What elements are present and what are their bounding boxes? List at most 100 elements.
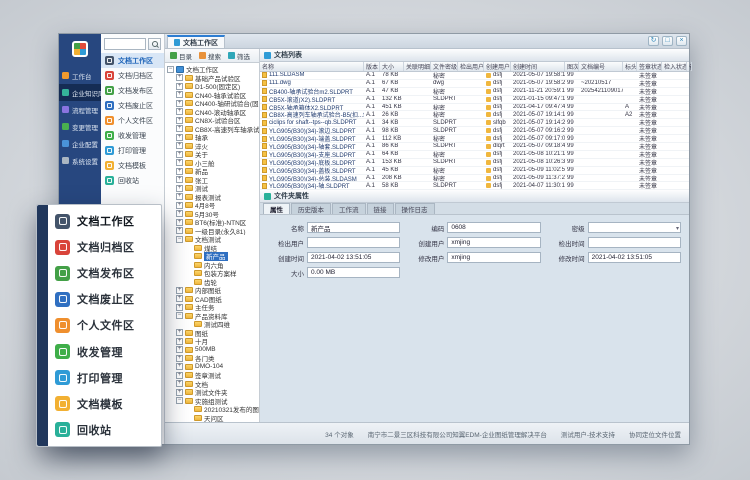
rail-item-knowledge[interactable]: 企业知识库 <box>59 84 101 101</box>
tree-node[interactable]: 包装方案样 <box>165 269 259 278</box>
expander-icon[interactable]: − <box>176 397 183 404</box>
tree-node[interactable]: +500MB <box>165 346 259 355</box>
overlay-item-doc-workspace[interactable]: 文档工作区 <box>48 213 161 229</box>
tree-node[interactable]: +CN400-轴研试验台(固定) <box>165 99 259 108</box>
field-input-修改用户[interactable]: xmjing <box>447 252 540 263</box>
tree-node[interactable]: +主任务 <box>165 303 259 312</box>
file-row[interactable]: YLG905(B30)(34)-端盖.SLDPRTA.1112 KB秘密dsfj… <box>260 135 689 143</box>
file-row[interactable]: CB5X-轴承箱体X2.SLDPRTA.1451 KB秘密dsfj2021-04… <box>260 104 689 112</box>
column-header[interactable]: 大小 <box>380 62 404 71</box>
tree-node[interactable]: +文档 <box>165 380 259 389</box>
column-header[interactable]: 检出用户 <box>458 62 484 71</box>
tree-node[interactable]: 煤结 <box>165 244 259 253</box>
nav-item-print[interactable]: 打印管理 <box>101 143 164 158</box>
file-row[interactable]: 111.dwgA.167 KBdwgdsfj2021-05-07 19:58:2… <box>260 80 689 88</box>
expander-icon[interactable]: + <box>176 100 183 107</box>
file-row[interactable]: CB8X-高速列车轴承试验台-B5(扣...SLDAA.126 KB秘密dsfj… <box>260 111 689 119</box>
tree-node[interactable]: +测试文件夹 <box>165 388 259 397</box>
field-input-大小[interactable]: 0.00 MB <box>307 267 400 278</box>
nav-search-input[interactable] <box>104 38 146 50</box>
expander-icon[interactable]: + <box>176 389 183 396</box>
search-icon[interactable] <box>148 38 161 50</box>
overlay-item-archive[interactable]: 文档归档区 <box>48 239 161 255</box>
overlay-item-personal-files[interactable]: 个人文件区 <box>48 317 161 333</box>
field-input-密级[interactable] <box>588 222 681 233</box>
tree-node[interactable]: +CB8X-高速列车轴承试验台 <box>165 125 259 134</box>
expander-icon[interactable]: + <box>176 193 183 200</box>
tree-node[interactable]: +淬火 <box>165 142 259 151</box>
overlay-item-template[interactable]: 文档模板 <box>48 396 161 412</box>
tree-node[interactable]: +图纸 <box>165 329 259 338</box>
tree-node[interactable]: +报表测试 <box>165 193 259 202</box>
nav-item-doc-workspace[interactable]: 文档工作区 <box>101 53 164 68</box>
refresh-button[interactable]: ↻ <box>648 36 659 46</box>
column-header[interactable]: 创建用户 <box>484 62 511 71</box>
expander-icon[interactable]: + <box>176 372 183 379</box>
file-row[interactable]: YLG905(B30)(34)-总装.SLDASMA.1208 KB秘密dsfj… <box>260 175 689 183</box>
expander-icon[interactable]: + <box>176 202 183 209</box>
expander-icon[interactable]: + <box>176 168 183 175</box>
tree-node[interactable]: +十月 <box>165 337 259 346</box>
tree-node[interactable]: +D1-500(固定区) <box>165 82 259 91</box>
column-header[interactable]: 文件密级 <box>431 62 458 71</box>
expander-icon[interactable]: + <box>176 346 183 353</box>
column-header[interactable]: 文档编号 <box>579 62 623 71</box>
expander-icon[interactable]: + <box>176 295 183 302</box>
file-row[interactable]: YLG905(B30)(34)-底板.SLDPRTA.1153 KBSLDPRT… <box>260 159 689 167</box>
overlay-item-send-receive[interactable]: 收发管理 <box>48 344 161 360</box>
properties-tab-active[interactable]: 属性 <box>263 203 290 214</box>
expander-icon[interactable]: + <box>176 185 183 192</box>
close-button[interactable]: × <box>676 36 687 46</box>
file-row[interactable]: ciclips for shaft--tps--qb.SLDPRTA.134 K… <box>260 119 689 127</box>
rail-item-workbench[interactable]: 工作台 <box>59 67 101 84</box>
expander-icon[interactable]: − <box>176 236 183 243</box>
tree-node[interactable]: +DMO-104 <box>165 363 259 372</box>
file-row[interactable]: YLG905(B30)(34)-轴套.SLDPRTA.186 KBSLDPRTd… <box>260 143 689 151</box>
tree-node[interactable]: +CN40-滚动轴承区 <box>165 108 259 117</box>
expander-icon[interactable]: + <box>176 329 183 336</box>
rail-item-process[interactable]: 流程管理 <box>59 101 101 118</box>
tree-node[interactable]: +各门类 <box>165 354 259 363</box>
file-row[interactable]: YLG905(B30)(34)-盖板.SLDPRTA.145 KB秘密dsfj2… <box>260 167 689 175</box>
expander-icon[interactable]: + <box>176 338 183 345</box>
overlay-item-recycle[interactable]: 回收站 <box>48 422 161 438</box>
column-header[interactable]: 签章状态 <box>637 62 662 71</box>
tree-node[interactable]: +5月30号 <box>165 210 259 219</box>
overlay-item-publish[interactable]: 文档发布区 <box>48 265 161 281</box>
tree-node[interactable]: +新品 <box>165 167 259 176</box>
file-row[interactable]: YLG905(B30)(34)-轴.SLDPRTA.158 KBSLDPRTds… <box>260 182 689 190</box>
expander-icon[interactable]: + <box>176 176 183 183</box>
tree-node[interactable]: +签章测试 <box>165 371 259 380</box>
field-input-检出用户[interactable] <box>307 237 400 248</box>
field-input-编码[interactable]: 0608 <box>447 222 540 233</box>
expander-icon[interactable]: + <box>176 380 183 387</box>
tree-node[interactable]: 新产品 <box>165 252 259 261</box>
rail-item-change[interactable]: 变更管理 <box>59 118 101 135</box>
expander-icon[interactable]: + <box>176 134 183 141</box>
expander-icon[interactable]: + <box>176 287 183 294</box>
nav-item-template[interactable]: 文档模板 <box>101 158 164 173</box>
tree-node[interactable]: +关于 <box>165 150 259 159</box>
tree-node[interactable]: +CAD图纸 <box>165 295 259 304</box>
maximize-button[interactable]: □ <box>662 36 673 46</box>
expander-icon[interactable]: + <box>176 304 183 311</box>
expander-icon[interactable]: + <box>176 142 183 149</box>
expander-icon[interactable]: + <box>176 125 183 132</box>
toolbar-button-directory[interactable]: 目录 <box>167 50 195 62</box>
nav-item-publish[interactable]: 文档发布区 <box>101 83 164 98</box>
column-header[interactable]: 关联明细 <box>404 62 431 71</box>
column-header[interactable]: 创建时间 <box>511 62 565 71</box>
properties-tab-item[interactable]: 历史版本 <box>291 203 331 214</box>
column-header[interactable]: 检入状态 <box>662 62 687 71</box>
tree-node[interactable]: +测试 <box>165 184 259 193</box>
expander-icon[interactable]: + <box>176 355 183 362</box>
column-header[interactable]: 版本 <box>364 62 380 71</box>
tree-node[interactable]: +BT6(标准)-NTN区 <box>165 218 259 227</box>
nav-item-revoke[interactable]: 文档废止区 <box>101 98 164 113</box>
expander-icon[interactable]: + <box>176 83 183 90</box>
nav-item-archive[interactable]: 文档归档区 <box>101 68 164 83</box>
nav-item-send-receive[interactable]: 收发管理 <box>101 128 164 143</box>
tree-node[interactable]: +基础产品试验区 <box>165 74 259 83</box>
tree-node[interactable]: −产品资料库 <box>165 312 259 321</box>
expander-icon[interactable]: + <box>176 108 183 115</box>
